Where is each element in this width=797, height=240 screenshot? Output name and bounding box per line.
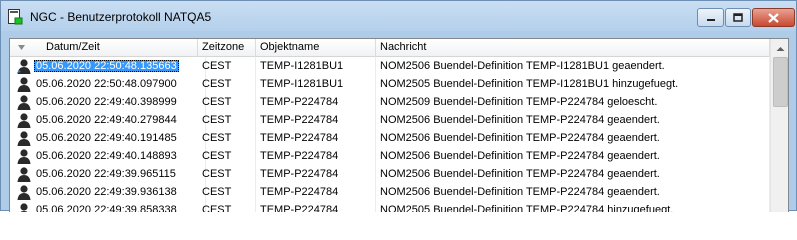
chevron-up-icon bbox=[776, 46, 785, 51]
column-header-timezone[interactable]: Zeitzone bbox=[198, 39, 256, 57]
scroll-up-button[interactable] bbox=[772, 40, 788, 57]
cell-message: NOM2505 Buendel-Definition TEMP-P224784 … bbox=[376, 201, 770, 212]
cell-datetime: 05.06.2020 22:50:48.135663 bbox=[32, 57, 206, 75]
cell-timezone: CEST bbox=[198, 129, 256, 147]
datetime-text: 05.06.2020 22:50:48.097900 bbox=[36, 78, 177, 90]
table-row[interactable]: 05.06.2020 22:49:40.398999 CEST TEMP-P22… bbox=[10, 93, 770, 111]
cell-object: TEMP-P224784 bbox=[256, 183, 376, 201]
cell-datetime: 05.06.2020 22:49:39.936138 bbox=[32, 183, 206, 201]
log-list[interactable]: Datum/Zeit Zeitzone Objektname Nachricht… bbox=[9, 38, 789, 212]
cell-timezone: CEST bbox=[198, 75, 256, 93]
app-window-icon bbox=[8, 9, 23, 25]
close-button[interactable] bbox=[752, 8, 795, 27]
datetime-text: 05.06.2020 22:49:40.191485 bbox=[36, 132, 177, 144]
cell-timezone: CEST bbox=[198, 183, 256, 201]
cell-message: NOM2506 Buendel-Definition TEMP-P224784 … bbox=[376, 129, 770, 147]
cell-message: NOM2506 Buendel-Definition TEMP-P224784 … bbox=[376, 111, 770, 129]
list-header: Datum/Zeit Zeitzone Objektname Nachricht bbox=[10, 39, 770, 57]
table-row[interactable]: 05.06.2020 22:49:40.279844 CEST TEMP-P22… bbox=[10, 111, 770, 129]
table-row[interactable]: 05.06.2020 22:49:39.858338 CEST TEMP-P22… bbox=[10, 201, 770, 212]
title-bar[interactable]: NGC - Benutzerprotokoll NATQA5 bbox=[1, 1, 796, 31]
column-header-date[interactable]: Datum/Zeit bbox=[10, 39, 198, 57]
cell-timezone: CEST bbox=[198, 165, 256, 183]
cell-object: TEMP-P224784 bbox=[256, 147, 376, 165]
cell-message: NOM2506 Buendel-Definition TEMP-P224784 … bbox=[376, 147, 770, 165]
maximize-icon bbox=[733, 13, 743, 22]
datetime-text: 05.06.2020 22:49:40.279844 bbox=[36, 114, 177, 126]
scrollbar-thumb[interactable] bbox=[773, 57, 788, 107]
user-icon bbox=[17, 95, 31, 110]
datetime-text: 05.06.2020 22:49:39.858338 bbox=[36, 204, 177, 212]
cell-datetime: 05.06.2020 22:49:39.965115 bbox=[32, 165, 206, 183]
column-header-date-label: Datum/Zeit bbox=[46, 41, 100, 53]
cell-message: NOM2506 Buendel-Definition TEMP-P224784 … bbox=[376, 183, 770, 201]
datetime-text: 05.06.2020 22:49:39.936138 bbox=[36, 186, 177, 198]
table-row[interactable]: 05.06.2020 22:49:39.936138 CEST TEMP-P22… bbox=[10, 183, 770, 201]
table-row[interactable]: 05.06.2020 22:50:48.135663 CEST TEMP-I12… bbox=[10, 57, 770, 75]
cell-timezone: CEST bbox=[198, 57, 256, 75]
user-icon bbox=[17, 185, 31, 200]
cell-timezone: CEST bbox=[198, 147, 256, 165]
cell-datetime: 05.06.2020 22:49:40.279844 bbox=[32, 111, 206, 129]
user-icon bbox=[17, 167, 31, 182]
cell-datetime: 05.06.2020 22:49:40.148893 bbox=[32, 147, 206, 165]
cell-timezone: CEST bbox=[198, 111, 256, 129]
user-icon bbox=[17, 113, 31, 128]
table-row[interactable]: 05.06.2020 22:49:40.191485 CEST TEMP-P22… bbox=[10, 129, 770, 147]
sort-down-icon bbox=[18, 45, 25, 50]
cell-object: TEMP-P224784 bbox=[256, 111, 376, 129]
datetime-text: 05.06.2020 22:49:40.398999 bbox=[36, 96, 177, 108]
cell-message: NOM2506 Buendel-Definition TEMP-I1281BU1… bbox=[376, 57, 770, 75]
close-icon bbox=[768, 12, 779, 23]
minimize-icon bbox=[706, 18, 715, 21]
minimize-button[interactable] bbox=[697, 8, 724, 27]
cell-object: TEMP-I1281BU1 bbox=[256, 75, 376, 93]
cell-message: NOM2506 Buendel-Definition TEMP-P224784 … bbox=[376, 165, 770, 183]
user-icon bbox=[20, 203, 28, 212]
column-header-message[interactable]: Nachricht bbox=[376, 39, 770, 57]
user-icon bbox=[17, 149, 31, 164]
cell-timezone: CEST bbox=[198, 93, 256, 111]
cell-object: TEMP-P224784 bbox=[256, 129, 376, 147]
user-icon bbox=[17, 77, 31, 92]
cell-timezone: CEST bbox=[198, 201, 256, 212]
vertical-scrollbar[interactable] bbox=[770, 39, 788, 212]
cell-message: NOM2509 Buendel-Definition TEMP-P224784 … bbox=[376, 93, 770, 111]
cell-object: TEMP-P224784 bbox=[256, 165, 376, 183]
column-header-object[interactable]: Objektname bbox=[256, 39, 376, 57]
cell-datetime: 05.06.2020 22:49:39.858338 bbox=[32, 201, 206, 212]
cell-object: TEMP-P224784 bbox=[256, 93, 376, 111]
datetime-text: 05.06.2020 22:49:40.148893 bbox=[36, 150, 177, 162]
table-row[interactable]: 05.06.2020 22:49:40.148893 CEST TEMP-P22… bbox=[10, 147, 770, 165]
cell-datetime: 05.06.2020 22:50:48.097900 bbox=[32, 75, 206, 93]
cell-datetime: 05.06.2020 22:49:40.398999 bbox=[32, 93, 206, 111]
table-row[interactable]: 05.06.2020 22:50:48.097900 CEST TEMP-I12… bbox=[10, 75, 770, 93]
user-icon bbox=[17, 59, 31, 74]
window-title: NGC - Benutzerprotokoll NATQA5 bbox=[30, 10, 212, 24]
user-icon bbox=[17, 131, 31, 146]
cell-object: TEMP-P224784 bbox=[256, 201, 376, 212]
cell-message: NOM2505 Buendel-Definition TEMP-I1281BU1… bbox=[376, 75, 770, 93]
datetime-text: 05.06.2020 22:50:48.135663 bbox=[34, 60, 179, 72]
datetime-text: 05.06.2020 22:49:39.965115 bbox=[36, 168, 176, 180]
maximize-button[interactable] bbox=[725, 8, 751, 27]
log-window: NGC - Benutzerprotokoll NATQA5 Datum/Zei… bbox=[0, 0, 797, 212]
table-row[interactable]: 05.06.2020 22:49:39.965115 CEST TEMP-P22… bbox=[10, 165, 770, 183]
cell-datetime: 05.06.2020 22:49:40.191485 bbox=[32, 129, 206, 147]
cell-object: TEMP-I1281BU1 bbox=[256, 57, 376, 75]
